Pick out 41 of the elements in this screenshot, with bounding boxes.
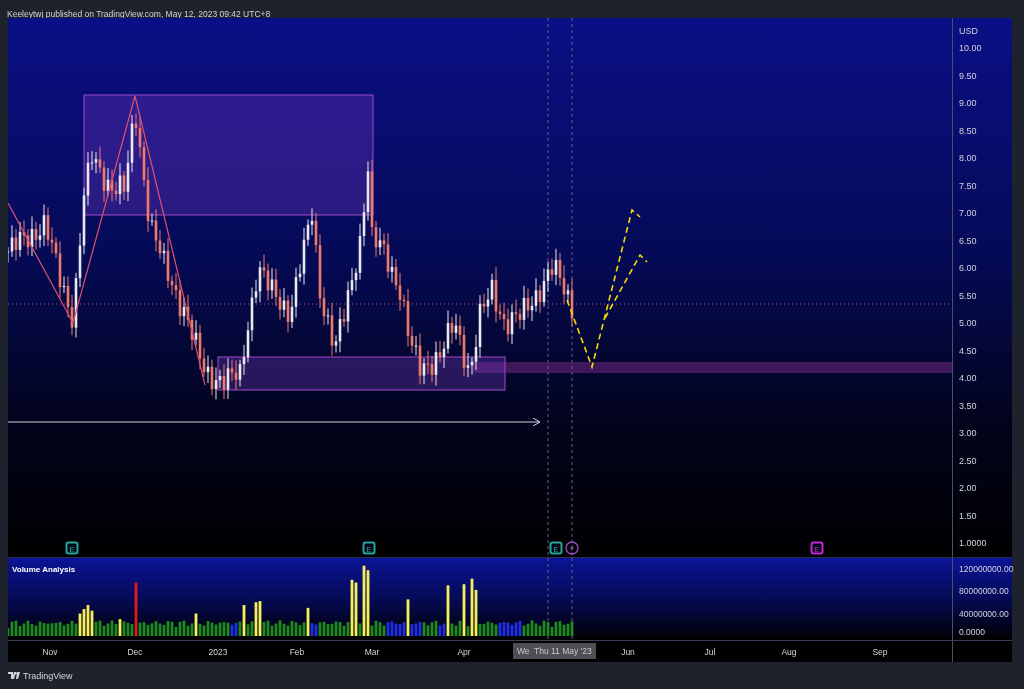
time-tick-label: Feb: [289, 647, 305, 657]
price-tick-label: 4.00: [959, 373, 977, 383]
price-tick-label: 5.00: [959, 318, 977, 328]
earnings-badge[interactable]: E: [362, 541, 376, 555]
price-tick-label: 7.50: [959, 180, 977, 191]
publisher-caption: Keeleytwj published on TradingView.com, May 12, 2023 09:42 UTC+8: [7, 9, 271, 19]
earnings-badge[interactable]: E: [810, 541, 824, 555]
time-tick-label: Mar: [364, 647, 380, 657]
price-tick-label: 5.50: [959, 290, 977, 301]
price-tick-label: 6.50: [959, 235, 977, 246]
earnings-badge[interactable]: E: [549, 541, 563, 555]
price-tick-label: 2.50: [959, 455, 977, 466]
price-tick-label: 3.00: [959, 428, 977, 438]
price-tick-label: 10.00: [959, 43, 982, 53]
price-tick-label: 1.50: [959, 510, 977, 521]
time-tick-label: 2023: [208, 647, 228, 657]
price-tick-label: 8.50: [959, 125, 977, 136]
brand-name: TradingView: [23, 670, 73, 681]
pane-title: Volume Analysis: [12, 565, 76, 574]
volume-tick-label: 80000000.00: [959, 586, 1009, 596]
price-tick-label: 3.50: [959, 400, 977, 411]
time-tick-label: Apr: [457, 647, 471, 657]
time-tick-label: Sep: [872, 647, 888, 657]
price-tick-label: 6.00: [959, 263, 977, 273]
time-tick-label: Nov: [42, 647, 58, 657]
volume-tick-label: 120000000.00: [959, 564, 1014, 574]
time-tick-label: Dec: [127, 647, 143, 657]
price-tick-label: 4.50: [959, 345, 977, 356]
volume-tick-label: 40000000.00: [959, 609, 1009, 619]
price-tick-label: 9.50: [959, 70, 977, 81]
time-tick-label: Jun: [621, 647, 635, 657]
price-tick-label: 1.0000: [959, 538, 987, 548]
currency-label: USD: [959, 26, 978, 36]
volume-tick-label: 0.0000: [959, 627, 985, 637]
earnings-badge[interactable]: E: [65, 541, 79, 555]
time-tick-label: Jul: [704, 647, 716, 657]
price-tick-label: 7.00: [959, 208, 977, 218]
time-tick-label: Aug: [781, 647, 797, 657]
price-tick-label: 9.00: [959, 98, 977, 108]
price-tick-label: 8.00: [959, 153, 977, 163]
price-tick-label: 2.00: [959, 483, 977, 493]
